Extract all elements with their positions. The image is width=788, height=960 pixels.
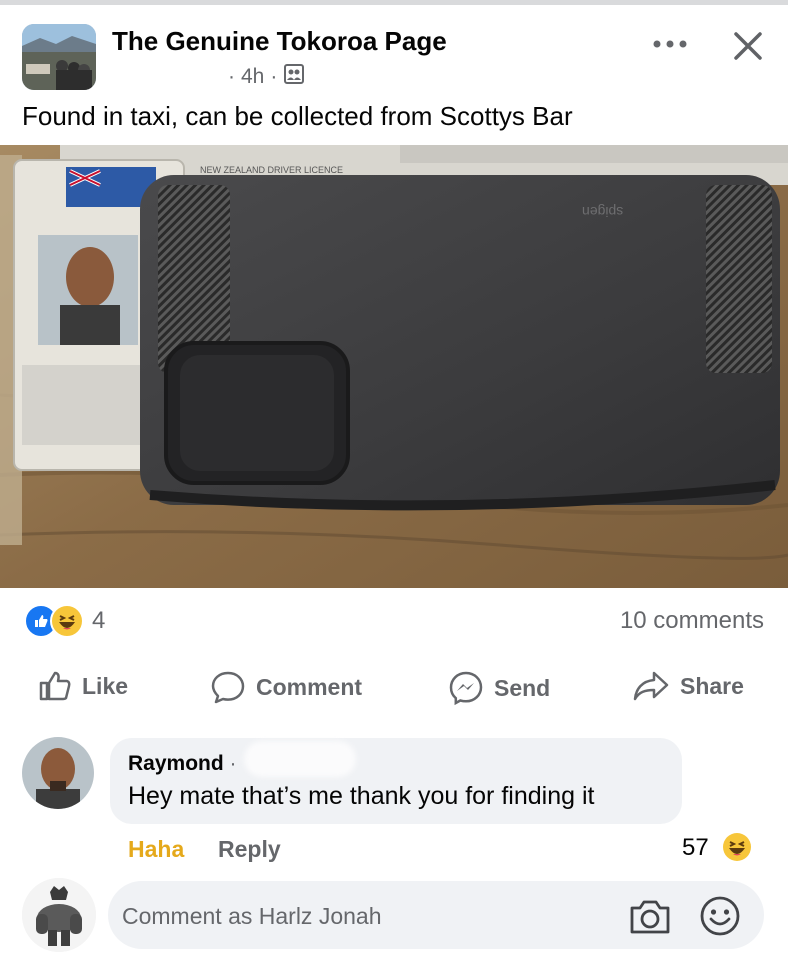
like-button[interactable]: Like: [38, 670, 128, 702]
post-photo[interactable]: NEW ZEALAND DRIVER LICENCE spigen: [0, 145, 788, 588]
comment-text: Hey mate that’s me thank you for finding…: [128, 782, 595, 810]
my-avatar[interactable]: [22, 878, 96, 952]
comment-input[interactable]: [122, 900, 542, 932]
reply-button[interactable]: Reply: [218, 836, 281, 863]
more-icon[interactable]: [650, 30, 690, 58]
send-label: Send: [494, 674, 551, 701]
commenter-name[interactable]: Raymond ·: [128, 752, 237, 776]
like-icon: [38, 670, 72, 702]
top-divider: [0, 0, 788, 5]
case-brand-text: spigen: [582, 204, 623, 220]
reaction-count: 4: [92, 607, 106, 634]
comment-button[interactable]: Comment: [210, 670, 362, 704]
comment-icon: [210, 670, 246, 704]
reaction-summary[interactable]: 4: [24, 604, 105, 638]
share-button[interactable]: Share: [632, 670, 744, 702]
post-caption: Found in taxi, can be collected from Sco…: [22, 101, 573, 131]
haha-reaction-icon: [722, 832, 752, 862]
like-label: Like: [82, 672, 129, 699]
camera-icon[interactable]: [628, 897, 672, 937]
post-time[interactable]: 4h: [241, 65, 264, 89]
phone-case: [140, 175, 780, 511]
post-meta: · 4h ·: [228, 63, 305, 91]
privacy-icon: [283, 63, 305, 91]
smile-icon[interactable]: [698, 894, 742, 938]
send-button[interactable]: Send: [448, 670, 550, 706]
comment-bubble: [110, 738, 682, 824]
meta-separator: ·: [270, 65, 278, 88]
haha-reaction-icon: [50, 604, 84, 638]
commenter-name-separator: ·: [229, 752, 237, 775]
haha-button[interactable]: Haha: [128, 836, 184, 863]
comment-reaction-count[interactable]: 57: [682, 834, 709, 862]
meta-separator: ·: [228, 65, 235, 88]
share-label: Share: [680, 672, 744, 699]
page-name[interactable]: The Genuine Tokoroa Page: [112, 26, 447, 57]
commenter-name-text[interactable]: Raymond: [128, 752, 224, 775]
comment-count[interactable]: 10 comments: [620, 607, 764, 635]
close-icon[interactable]: [728, 26, 768, 66]
page-avatar[interactable]: [22, 24, 96, 90]
license-text: NEW ZEALAND DRIVER LICENCE: [200, 165, 343, 175]
comment-label: Comment: [256, 673, 363, 700]
messenger-icon: [448, 670, 484, 706]
share-icon: [632, 670, 670, 702]
commenter-avatar[interactable]: [22, 737, 94, 809]
redaction-mark: [244, 741, 356, 777]
